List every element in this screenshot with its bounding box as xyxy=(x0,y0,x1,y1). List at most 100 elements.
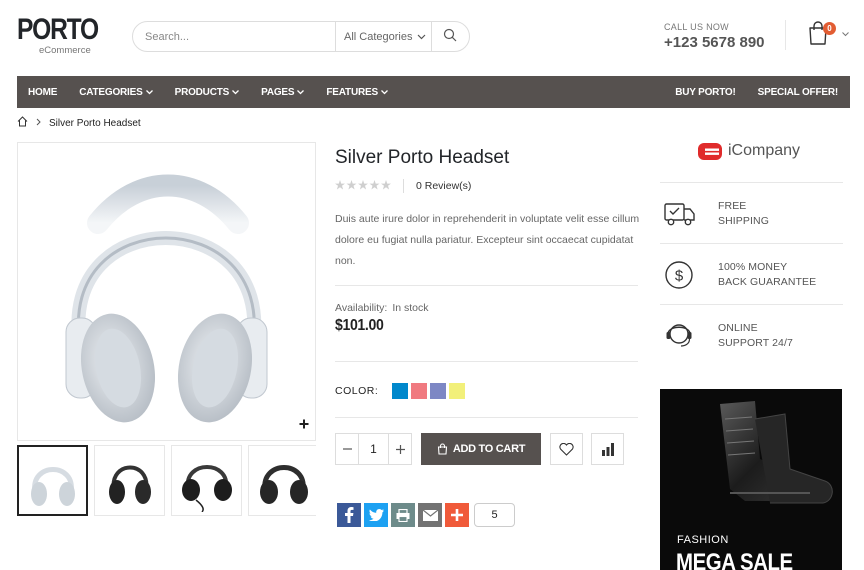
feature-money-back: $ 100% MONEY BACK GUARANTEE xyxy=(664,260,816,290)
feature-support: ONLINE SUPPORT 24/7 xyxy=(664,320,793,352)
twitter-icon[interactable] xyxy=(364,503,388,527)
color-swatch-pink[interactable] xyxy=(411,383,428,399)
feature-free-shipping: FREE SHIPPING xyxy=(664,199,769,229)
nav-item-features[interactable]: FEATURES xyxy=(315,76,399,108)
brand-mark-icon xyxy=(698,142,722,160)
share-bar: 5 xyxy=(337,503,515,527)
feature-line: SUPPORT 24/7 xyxy=(718,337,793,349)
nav-item-buy-porto[interactable]: BUY PORTO! xyxy=(664,76,746,108)
search-bar: All Categories xyxy=(132,21,470,52)
divider xyxy=(335,361,638,362)
home-icon[interactable] xyxy=(17,116,28,130)
product-price: $101.00 xyxy=(335,317,384,334)
color-selector: COLOR: xyxy=(335,383,468,399)
divider xyxy=(335,285,638,286)
color-swatch-yellow[interactable] xyxy=(449,383,466,399)
color-swatch-purple[interactable] xyxy=(430,383,447,399)
availability: Availability: In stock xyxy=(335,302,429,314)
color-swatch-blue[interactable] xyxy=(392,383,409,399)
logo-subtitle: eCommerce xyxy=(39,45,91,56)
call-label: CALL US NOW xyxy=(664,22,729,32)
banner-label: FASHION xyxy=(677,534,729,546)
chevron-down-icon xyxy=(232,88,240,97)
bag-icon xyxy=(437,443,447,455)
feature-text: FREE SHIPPING xyxy=(718,199,769,229)
nav-item-home[interactable]: HOME xyxy=(17,76,68,108)
breadcrumb-current: Silver Porto Headset xyxy=(49,117,141,129)
availability-label: Availability: xyxy=(335,302,388,314)
divider xyxy=(660,304,843,305)
share-more-icon[interactable] xyxy=(445,503,469,527)
thumbnail-silver[interactable] xyxy=(17,445,88,516)
divider xyxy=(785,20,786,50)
logo-text: PORTO xyxy=(17,13,99,46)
feature-text: ONLINE SUPPORT 24/7 xyxy=(718,321,793,351)
category-select-label: All Categories xyxy=(344,30,413,43)
feature-line: BACK GUARANTEE xyxy=(718,276,817,288)
headphones-image xyxy=(108,465,151,504)
product-description: Duis aute irure dolor in reprehenderit i… xyxy=(335,213,640,267)
search-icon[interactable] xyxy=(443,28,459,44)
nav-label: PAGES xyxy=(261,86,295,98)
banner-title: MEGA SALE xyxy=(676,549,793,570)
headphones-image xyxy=(259,464,308,504)
star-rating-icon xyxy=(335,179,391,193)
facebook-icon[interactable] xyxy=(337,503,361,527)
breadcrumb: Silver Porto Headset xyxy=(17,116,141,130)
thumbnail-black-2[interactable] xyxy=(171,445,242,516)
promo-banner[interactable]: FASHION MEGA SALE xyxy=(660,389,842,570)
nav-item-pages[interactable]: PAGES xyxy=(250,76,315,108)
phone-number[interactable]: +123 5678 890 xyxy=(664,34,765,51)
availability-value: In stock xyxy=(392,302,429,314)
brand-logo[interactable]: iCompany xyxy=(698,142,800,160)
add-to-cart-button[interactable]: ADD TO CART xyxy=(421,433,541,465)
plus-icon[interactable] xyxy=(389,434,411,464)
thumbnail-black-3[interactable] xyxy=(248,445,316,516)
chevron-right-icon xyxy=(36,118,41,129)
quantity-input[interactable]: 1 xyxy=(358,434,389,464)
nav-item-special-offer[interactable]: SPECIAL OFFER! xyxy=(747,76,850,108)
logo[interactable]: PORTO eCommerce xyxy=(17,13,116,57)
brand-name: iCompany xyxy=(728,142,801,159)
add-to-cart-label: ADD TO CART xyxy=(452,443,526,455)
heart-icon xyxy=(559,442,574,456)
zoom-plus-icon[interactable] xyxy=(299,416,309,434)
minus-icon[interactable] xyxy=(336,434,358,464)
headphones-image xyxy=(181,464,232,512)
chevron-down-icon xyxy=(380,88,388,97)
product-title: Silver Porto Headset xyxy=(335,147,510,168)
chevron-down-icon[interactable] xyxy=(842,30,849,39)
feature-text: 100% MONEY BACK GUARANTEE xyxy=(718,260,816,290)
nav-item-categories[interactable]: CATEGORIES xyxy=(68,76,163,108)
wishlist-button[interactable] xyxy=(550,433,583,465)
chevron-down-icon xyxy=(145,88,153,97)
divider xyxy=(660,182,843,183)
contact-info: CALL US NOW +123 5678 890 xyxy=(664,22,765,51)
feature-line: 100% MONEY xyxy=(718,261,788,273)
thumbnail-black-1[interactable] xyxy=(94,445,165,516)
search-input[interactable] xyxy=(133,22,333,51)
color-label: COLOR: xyxy=(335,385,379,397)
support-icon xyxy=(666,324,692,347)
email-icon[interactable] xyxy=(418,503,442,527)
feature-line: ONLINE xyxy=(718,322,758,334)
headphones-image xyxy=(65,174,268,423)
dollar-icon: $ xyxy=(665,261,693,289)
thumbnail-strip xyxy=(17,445,316,516)
nav-label: CATEGORIES xyxy=(79,86,143,98)
nav-item-products[interactable]: PRODUCTS xyxy=(164,76,251,108)
nav-label: HOME xyxy=(28,86,58,98)
nav-label: SPECIAL OFFER! xyxy=(757,86,839,98)
nav-label: PRODUCTS xyxy=(174,86,230,98)
svg-text:$: $ xyxy=(675,268,684,285)
print-icon[interactable] xyxy=(391,503,415,527)
cart-count-badge: 0 xyxy=(823,22,836,35)
truck-icon xyxy=(664,203,695,226)
headphones-image xyxy=(30,466,75,506)
divider xyxy=(403,179,404,193)
product-main-image[interactable] xyxy=(17,142,316,441)
category-select[interactable]: All Categories xyxy=(335,22,432,51)
main-nav: HOME CATEGORIES PRODUCTS PAGES FEATURES … xyxy=(17,76,850,108)
compare-button[interactable] xyxy=(591,433,624,465)
reviews-link[interactable]: 0 Review(s) xyxy=(416,180,471,192)
